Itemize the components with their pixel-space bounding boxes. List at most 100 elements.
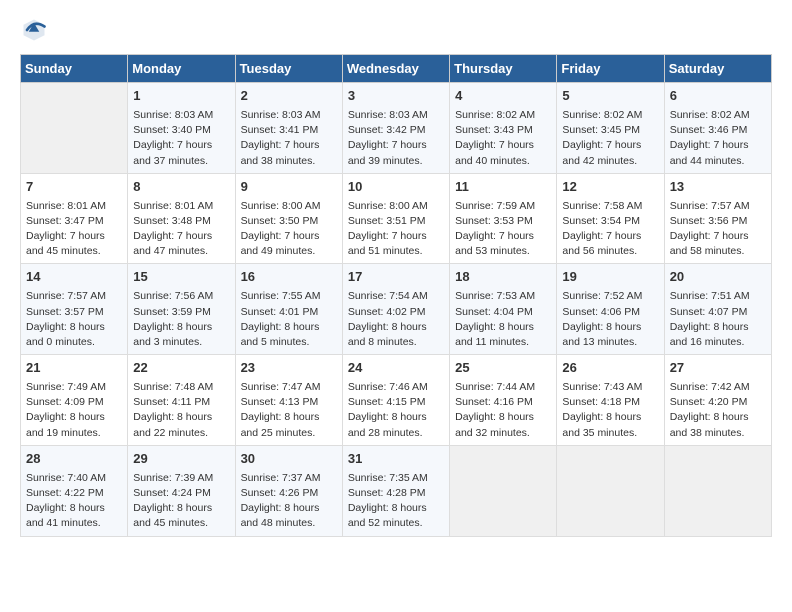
- day-number: 19: [562, 268, 658, 287]
- page-header: [20, 16, 772, 44]
- calendar-cell: 11 Sunrise: 7:59 AM Sunset: 3:53 PM Dayli…: [450, 173, 557, 264]
- day-number: 7: [26, 178, 122, 197]
- day-info: Sunrise: 7:55 AM Sunset: 4:01 PM Dayligh…: [241, 289, 337, 350]
- column-header-saturday: Saturday: [664, 55, 771, 83]
- calendar-cell: [21, 83, 128, 174]
- day-number: 16: [241, 268, 337, 287]
- calendar-cell: 12 Sunrise: 7:58 AM Sunset: 3:54 PM Dayli…: [557, 173, 664, 264]
- day-number: 9: [241, 178, 337, 197]
- day-info: Sunrise: 8:02 AM Sunset: 3:45 PM Dayligh…: [562, 108, 658, 169]
- day-info: Sunrise: 7:56 AM Sunset: 3:59 PM Dayligh…: [133, 289, 229, 350]
- column-header-thursday: Thursday: [450, 55, 557, 83]
- day-info: Sunrise: 8:03 AM Sunset: 3:42 PM Dayligh…: [348, 108, 444, 169]
- calendar-cell: [450, 445, 557, 536]
- calendar-cell: 26 Sunrise: 7:43 AM Sunset: 4:18 PM Dayli…: [557, 355, 664, 446]
- day-info: Sunrise: 8:01 AM Sunset: 3:47 PM Dayligh…: [26, 199, 122, 260]
- calendar-cell: 16 Sunrise: 7:55 AM Sunset: 4:01 PM Dayli…: [235, 264, 342, 355]
- logo: [20, 16, 52, 44]
- day-number: 22: [133, 359, 229, 378]
- calendar-cell: 10Sunrise: 8:00 AM Sunset: 3:51 PM Dayli…: [342, 173, 449, 264]
- calendar-cell: 22Sunrise: 7:48 AM Sunset: 4:11 PM Dayli…: [128, 355, 235, 446]
- day-number: 11: [455, 178, 551, 197]
- calendar-cell: 19 Sunrise: 7:52 AM Sunset: 4:06 PM Dayli…: [557, 264, 664, 355]
- day-info: Sunrise: 8:00 AM Sunset: 3:51 PM Dayligh…: [348, 199, 444, 260]
- calendar-cell: 24Sunrise: 7:46 AM Sunset: 4:15 PM Dayli…: [342, 355, 449, 446]
- calendar-week-row: 14Sunrise: 7:57 AM Sunset: 3:57 PM Dayli…: [21, 264, 772, 355]
- day-number: 28: [26, 450, 122, 469]
- calendar-table: SundayMondayTuesdayWednesdayThursdayFrid…: [20, 54, 772, 537]
- day-info: Sunrise: 7:57 AM Sunset: 3:57 PM Dayligh…: [26, 289, 122, 350]
- calendar-header-row: SundayMondayTuesdayWednesdayThursdayFrid…: [21, 55, 772, 83]
- day-info: Sunrise: 7:52 AM Sunset: 4:06 PM Dayligh…: [562, 289, 658, 350]
- column-header-tuesday: Tuesday: [235, 55, 342, 83]
- day-number: 17: [348, 268, 444, 287]
- calendar-cell: 30Sunrise: 7:37 AM Sunset: 4:26 PM Dayli…: [235, 445, 342, 536]
- day-info: Sunrise: 8:03 AM Sunset: 3:40 PM Dayligh…: [133, 108, 229, 169]
- day-number: 5: [562, 87, 658, 106]
- calendar-cell: 6 Sunrise: 8:02 AM Sunset: 3:46 PM Daylig…: [664, 83, 771, 174]
- day-info: Sunrise: 7:42 AM Sunset: 4:20 PM Dayligh…: [670, 380, 766, 441]
- day-number: 12: [562, 178, 658, 197]
- day-number: 13: [670, 178, 766, 197]
- calendar-cell: 14Sunrise: 7:57 AM Sunset: 3:57 PM Dayli…: [21, 264, 128, 355]
- day-number: 25: [455, 359, 551, 378]
- day-info: Sunrise: 7:58 AM Sunset: 3:54 PM Dayligh…: [562, 199, 658, 260]
- calendar-cell: 25 Sunrise: 7:44 AM Sunset: 4:16 PM Dayli…: [450, 355, 557, 446]
- column-header-wednesday: Wednesday: [342, 55, 449, 83]
- day-number: 26: [562, 359, 658, 378]
- calendar-cell: 9 Sunrise: 8:00 AM Sunset: 3:50 PM Daylig…: [235, 173, 342, 264]
- day-info: Sunrise: 7:49 AM Sunset: 4:09 PM Dayligh…: [26, 380, 122, 441]
- day-number: 15: [133, 268, 229, 287]
- day-info: Sunrise: 7:44 AM Sunset: 4:16 PM Dayligh…: [455, 380, 551, 441]
- day-number: 23: [241, 359, 337, 378]
- day-number: 2: [241, 87, 337, 106]
- day-info: Sunrise: 8:01 AM Sunset: 3:48 PM Dayligh…: [133, 199, 229, 260]
- day-info: Sunrise: 8:00 AM Sunset: 3:50 PM Dayligh…: [241, 199, 337, 260]
- calendar-cell: 18Sunrise: 7:53 AM Sunset: 4:04 PM Dayli…: [450, 264, 557, 355]
- day-number: 8: [133, 178, 229, 197]
- day-number: 31: [348, 450, 444, 469]
- day-info: Sunrise: 7:51 AM Sunset: 4:07 PM Dayligh…: [670, 289, 766, 350]
- day-info: Sunrise: 8:03 AM Sunset: 3:41 PM Dayligh…: [241, 108, 337, 169]
- day-info: Sunrise: 7:43 AM Sunset: 4:18 PM Dayligh…: [562, 380, 658, 441]
- calendar-cell: 29 Sunrise: 7:39 AM Sunset: 4:24 PM Dayli…: [128, 445, 235, 536]
- day-number: 30: [241, 450, 337, 469]
- column-header-friday: Friday: [557, 55, 664, 83]
- calendar-cell: 15 Sunrise: 7:56 AM Sunset: 3:59 PM Dayli…: [128, 264, 235, 355]
- day-info: Sunrise: 7:54 AM Sunset: 4:02 PM Dayligh…: [348, 289, 444, 350]
- calendar-cell: 8 Sunrise: 8:01 AM Sunset: 3:48 PM Daylig…: [128, 173, 235, 264]
- day-info: Sunrise: 8:02 AM Sunset: 3:43 PM Dayligh…: [455, 108, 551, 169]
- day-number: 3: [348, 87, 444, 106]
- day-info: Sunrise: 7:46 AM Sunset: 4:15 PM Dayligh…: [348, 380, 444, 441]
- calendar-cell: 4Sunrise: 8:02 AM Sunset: 3:43 PM Daylig…: [450, 83, 557, 174]
- day-info: Sunrise: 7:39 AM Sunset: 4:24 PM Dayligh…: [133, 471, 229, 532]
- calendar-week-row: 28 Sunrise: 7:40 AM Sunset: 4:22 PM Dayli…: [21, 445, 772, 536]
- day-info: Sunrise: 7:40 AM Sunset: 4:22 PM Dayligh…: [26, 471, 122, 532]
- logo-icon: [20, 16, 48, 44]
- calendar-cell: 20 Sunrise: 7:51 AM Sunset: 4:07 PM Dayli…: [664, 264, 771, 355]
- calendar-cell: 27 Sunrise: 7:42 AM Sunset: 4:20 PM Dayli…: [664, 355, 771, 446]
- day-number: 27: [670, 359, 766, 378]
- day-info: Sunrise: 7:47 AM Sunset: 4:13 PM Dayligh…: [241, 380, 337, 441]
- calendar-cell: 3 Sunrise: 8:03 AM Sunset: 3:42 PM Daylig…: [342, 83, 449, 174]
- calendar-week-row: 7 Sunrise: 8:01 AM Sunset: 3:47 PM Daylig…: [21, 173, 772, 264]
- day-number: 20: [670, 268, 766, 287]
- calendar-week-row: 1 Sunrise: 8:03 AM Sunset: 3:40 PM Daylig…: [21, 83, 772, 174]
- day-number: 21: [26, 359, 122, 378]
- day-info: Sunrise: 7:59 AM Sunset: 3:53 PM Dayligh…: [455, 199, 551, 260]
- day-number: 6: [670, 87, 766, 106]
- day-number: 29: [133, 450, 229, 469]
- calendar-cell: 17 Sunrise: 7:54 AM Sunset: 4:02 PM Dayli…: [342, 264, 449, 355]
- calendar-cell: [664, 445, 771, 536]
- day-info: Sunrise: 8:02 AM Sunset: 3:46 PM Dayligh…: [670, 108, 766, 169]
- calendar-cell: 5 Sunrise: 8:02 AM Sunset: 3:45 PM Daylig…: [557, 83, 664, 174]
- day-info: Sunrise: 7:53 AM Sunset: 4:04 PM Dayligh…: [455, 289, 551, 350]
- calendar-week-row: 21 Sunrise: 7:49 AM Sunset: 4:09 PM Dayli…: [21, 355, 772, 446]
- day-info: Sunrise: 7:57 AM Sunset: 3:56 PM Dayligh…: [670, 199, 766, 260]
- calendar-cell: 2 Sunrise: 8:03 AM Sunset: 3:41 PM Daylig…: [235, 83, 342, 174]
- calendar-cell: 28 Sunrise: 7:40 AM Sunset: 4:22 PM Dayli…: [21, 445, 128, 536]
- calendar-cell: 13 Sunrise: 7:57 AM Sunset: 3:56 PM Dayli…: [664, 173, 771, 264]
- calendar-cell: 21 Sunrise: 7:49 AM Sunset: 4:09 PM Dayli…: [21, 355, 128, 446]
- calendar-cell: 31Sunrise: 7:35 AM Sunset: 4:28 PM Dayli…: [342, 445, 449, 536]
- day-number: 1: [133, 87, 229, 106]
